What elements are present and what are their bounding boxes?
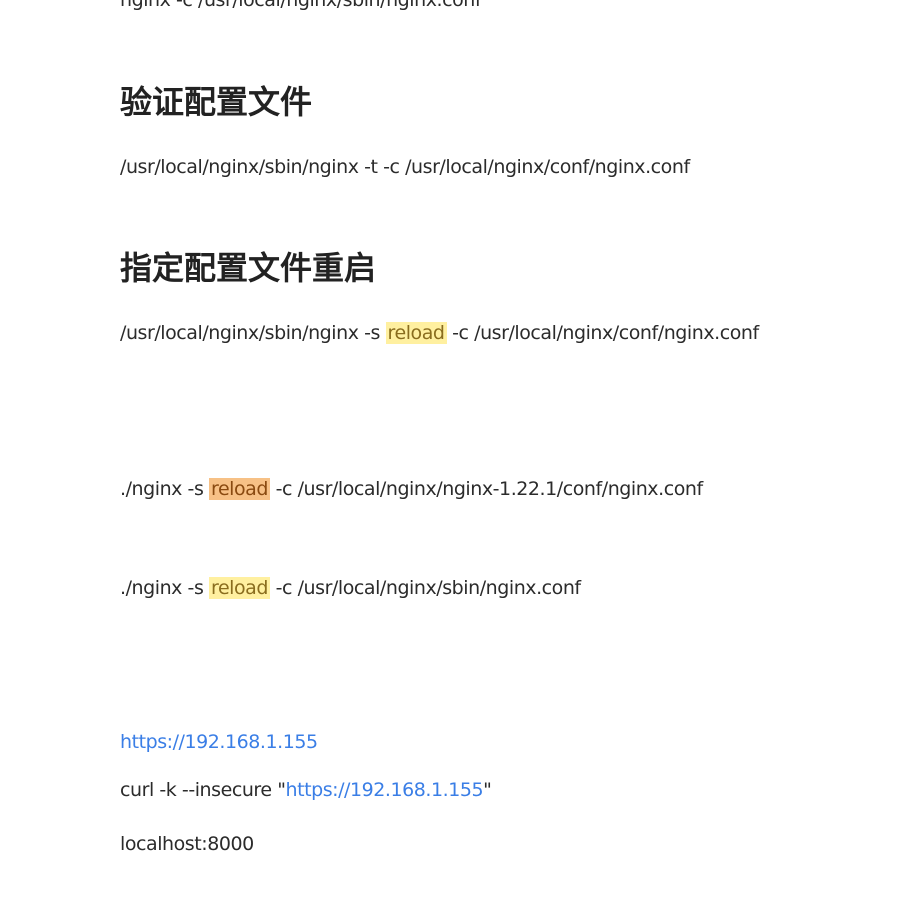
search-highlight-reload-3: reload — [209, 577, 270, 599]
curl-command-prefix: curl -k --insecure " — [120, 779, 286, 801]
reload-command-1-suffix: -c /usr/local/nginx/conf/nginx.conf — [446, 322, 759, 344]
url-line: https://192.168.1.155 — [120, 728, 318, 756]
reload-command-2-prefix: ./nginx -s — [120, 478, 209, 500]
verify-command-text: /usr/local/nginx/sbin/nginx -t -c /usr/l… — [120, 156, 690, 178]
reload-command-2-suffix: -c /usr/local/nginx/nginx-1.22.1/conf/ng… — [270, 478, 704, 500]
localhost-line: localhost:8000 — [120, 830, 254, 858]
reload-command-3-prefix: ./nginx -s — [120, 577, 209, 599]
reload-command-line-3: ./nginx -s reload -c /usr/local/nginx/sb… — [120, 574, 581, 602]
curl-url-link[interactable]: https://192.168.1.155 — [286, 779, 484, 801]
heading-verify-config: 验证配置文件 — [120, 83, 313, 121]
search-highlight-reload-current: reload — [209, 478, 270, 500]
cutoff-command-text: nginx -c /usr/local/nginx/sbin/nginx.con… — [120, 0, 482, 11]
heading-restart-with-config: 指定配置文件重启 — [120, 249, 377, 287]
search-highlight-reload-1: reload — [385, 322, 447, 344]
curl-command-suffix: " — [483, 779, 492, 801]
reload-command-1-prefix: /usr/local/nginx/sbin/nginx -s — [120, 322, 386, 344]
reload-command-line-2: ./nginx -s reload -c /usr/local/nginx/ng… — [120, 475, 703, 503]
reload-command-3-suffix: -c /usr/local/nginx/sbin/nginx.conf — [270, 577, 582, 599]
curl-command-line: curl -k --insecure "https://192.168.1.15… — [120, 776, 492, 804]
cutoff-command-line: nginx -c /usr/local/nginx/sbin/nginx.con… — [120, 0, 482, 14]
reload-command-line-1: /usr/local/nginx/sbin/nginx -s reload -c… — [120, 319, 759, 347]
verify-command-line: /usr/local/nginx/sbin/nginx -t -c /usr/l… — [120, 153, 690, 181]
url-link[interactable]: https://192.168.1.155 — [120, 731, 318, 753]
localhost-text: localhost:8000 — [120, 833, 254, 855]
